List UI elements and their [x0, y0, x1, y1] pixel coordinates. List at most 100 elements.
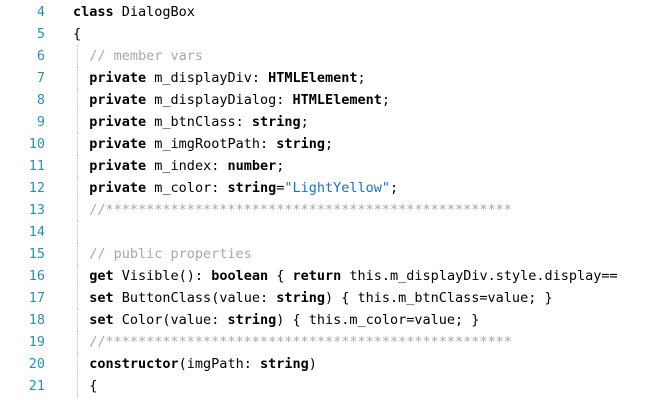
code-keyword: HTMLElement — [268, 70, 358, 86]
code-keyword: HTMLElement — [292, 92, 382, 108]
code-text: //**************************************… — [73, 199, 512, 221]
line-number: 10 — [28, 136, 45, 152]
code-line[interactable]: 20 constructor(imgPath: string) — [0, 353, 650, 375]
code-token: ) { this.m_btnClass=value; } — [325, 290, 553, 306]
code-keyword: get — [89, 268, 114, 284]
code-token: ButtonClass(value: — [113, 290, 277, 306]
code-comment: // public properties — [73, 246, 252, 262]
code-line[interactable]: 16 get Visible(): boolean { return this.… — [0, 265, 650, 287]
code-token: { — [73, 378, 98, 394]
code-keyword: return — [292, 268, 342, 284]
code-keyword: constructor — [89, 356, 179, 372]
code-editor[interactable]: 4 class DialogBox 5{6 // member vars 7 priv… — [0, 0, 650, 400]
code-keyword: private — [89, 70, 147, 86]
code-line[interactable]: 5{ — [0, 23, 650, 45]
line-number: 4 — [36, 4, 45, 20]
code-text: private m_imgRootPath: string; — [73, 133, 333, 155]
code-line[interactable]: 15 // public properties — [0, 243, 650, 265]
code-line[interactable]: 19 //***********************************… — [0, 331, 650, 353]
indent-guide — [77, 221, 78, 243]
line-number: 15 — [28, 246, 45, 262]
code-text: set ButtonClass(value: string) { this.m_… — [73, 287, 553, 309]
line-number: 13 — [28, 202, 45, 218]
code-line[interactable]: 4 class DialogBox — [0, 1, 650, 23]
code-keyword: string — [227, 312, 277, 328]
code-token: ; — [276, 158, 285, 174]
line-number: 14 — [28, 224, 45, 240]
code-keyword: set — [89, 290, 114, 306]
line-number: 11 — [28, 158, 45, 174]
code-token: { — [73, 26, 82, 42]
code-keyword: private — [89, 114, 147, 130]
code-keyword: boolean — [211, 268, 269, 284]
code-text: // member vars — [73, 45, 203, 67]
code-token: m_displayDiv: — [146, 70, 269, 86]
code-text: constructor(imgPath: string) — [73, 353, 317, 375]
code-token: ; — [325, 136, 334, 152]
code-token: ; — [390, 180, 399, 196]
code-line[interactable]: 21 { — [0, 375, 650, 397]
code-keyword: number — [227, 158, 277, 174]
code-string: "LightYellow" — [284, 180, 391, 196]
code-keyword: string — [259, 356, 309, 372]
code-text: { — [73, 23, 81, 45]
code-line[interactable]: 18 set Color(value: string) { this.m_col… — [0, 309, 650, 331]
code-token: ; — [381, 92, 391, 108]
line-number: 16 — [28, 268, 45, 284]
code-token: ) { this.m_color=value; } — [276, 312, 480, 328]
line-number: 17 — [28, 290, 45, 306]
line-number: 19 — [28, 334, 45, 350]
code-line[interactable]: 9 private m_btnClass: string; — [0, 111, 650, 133]
code-keyword: string — [227, 180, 277, 196]
line-number: 9 — [36, 114, 45, 130]
code-token: this.m_displayDiv.style.display== — [341, 268, 618, 284]
line-number: 18 — [28, 312, 45, 328]
code-line[interactable]: 13 //***********************************… — [0, 199, 650, 221]
code-line[interactable]: 12 private m_color: string="LightYellow"… — [0, 177, 650, 199]
code-token: ; — [300, 114, 309, 130]
line-number: 21 — [28, 378, 45, 394]
code-line[interactable]: 11 private m_index: number; — [0, 155, 650, 177]
code-line[interactable]: 6 // member vars — [0, 45, 650, 67]
line-number: 5 — [36, 26, 45, 42]
code-keyword: string — [276, 290, 325, 306]
code-token: m_index: — [146, 158, 228, 174]
code-text: private m_btnClass: string; — [73, 111, 309, 133]
code-keyword: set — [89, 312, 114, 328]
code-text: private m_color: string="LightYellow"; — [73, 177, 398, 199]
line-number: 12 — [28, 180, 45, 196]
code-comment: // member vars — [73, 48, 204, 64]
code-line[interactable]: 7 private m_displayDiv: HTMLElement; — [0, 67, 650, 89]
code-line[interactable]: 10 private m_imgRootPath: string; — [0, 133, 650, 155]
line-number: 20 — [28, 356, 45, 372]
code-token: ) — [308, 356, 317, 372]
code-keyword: class — [73, 4, 114, 20]
code-keyword: private — [89, 92, 147, 108]
line-number: 8 — [36, 92, 45, 108]
line-number: 7 — [36, 70, 45, 86]
code-text: private m_displayDialog: HTMLElement; — [73, 89, 390, 111]
code-line[interactable]: 8 private m_displayDialog: HTMLElement; — [0, 89, 650, 111]
code-keyword: string — [276, 136, 325, 152]
code-keyword: string — [251, 114, 301, 130]
code-comment: //**************************************… — [73, 334, 512, 350]
code-comment: //**************************************… — [73, 202, 512, 218]
code-text: get Visible(): boolean { return this.m_d… — [73, 265, 618, 287]
code-text: set Color(value: string) { this.m_color=… — [73, 309, 479, 331]
code-line[interactable]: 17 set ButtonClass(value: string) { this… — [0, 287, 650, 309]
code-token: m_btnClass: — [146, 114, 252, 130]
code-line[interactable]: 14 — [0, 221, 650, 243]
code-text: // public properties — [73, 243, 252, 265]
code-token: m_imgRootPath: — [146, 136, 277, 152]
code-token: (imgPath: — [178, 356, 260, 372]
code-text: private m_index: number; — [73, 155, 284, 177]
code-token: ; — [357, 70, 366, 86]
code-keyword: private — [89, 136, 147, 152]
code-token: DialogBox — [113, 4, 195, 20]
